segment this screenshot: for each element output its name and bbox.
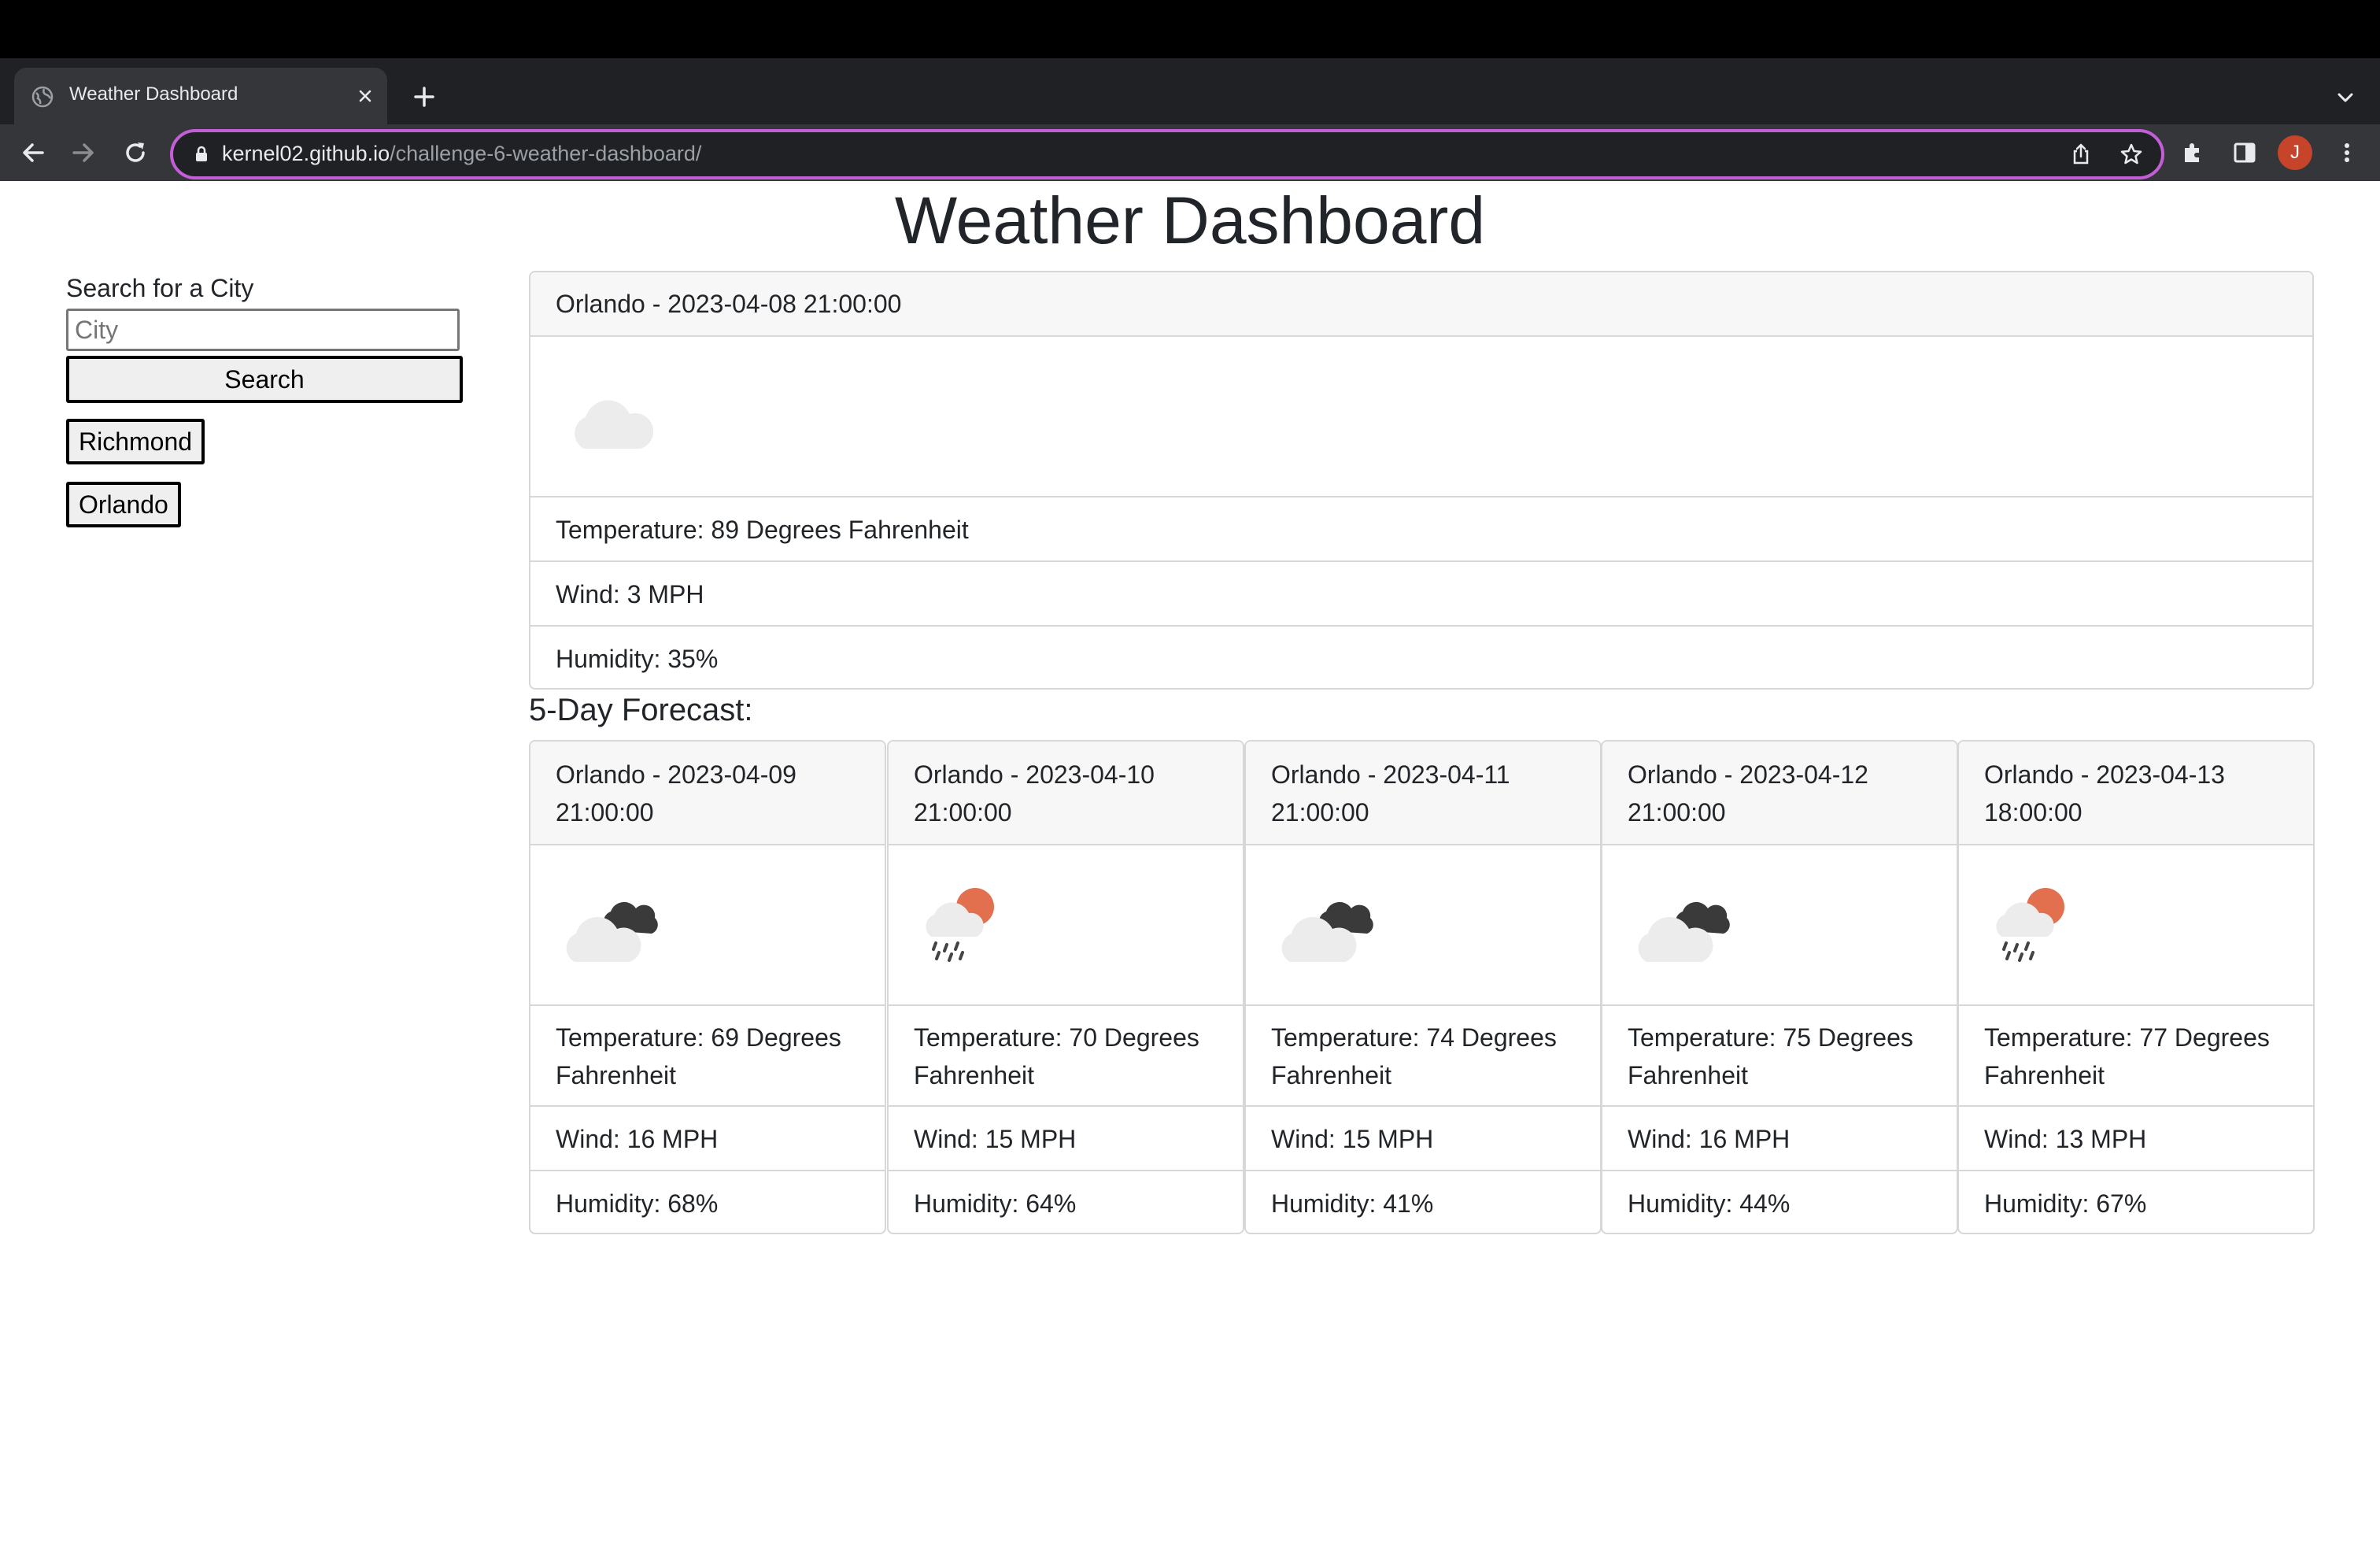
address-bar[interactable]: kernel02.github.io/challenge-6-weather-d… — [170, 129, 2164, 179]
forecast-icon-area — [1246, 845, 1600, 1006]
tab-title: Weather Dashboard — [69, 83, 238, 105]
forecast-card: Orlando - 2023-04-13 18:00:00 Temperatur… — [1957, 740, 2315, 1234]
forecast-wind: Wind: 15 MPH — [1246, 1107, 1600, 1171]
forecast-card-header: Orlando - 2023-04-10 21:00:00 — [889, 742, 1243, 845]
forecast-humidity: Humidity: 41% — [1271, 1189, 1434, 1218]
history-button-orlando[interactable]: Orlando — [66, 482, 181, 527]
forecast-card-header: Orlando - 2023-04-12 21:00:00 — [1602, 742, 1957, 845]
forecast-temperature: Temperature: 75 Degrees Fahrenheit — [1602, 1006, 1957, 1107]
lock-icon[interactable] — [190, 143, 213, 165]
rain-sun-icon — [926, 888, 994, 962]
forecast-wind: Wind: 16 MPH — [1602, 1107, 1957, 1171]
url-path: /challenge-6-weather-dashboard/ — [390, 142, 702, 165]
current-weather-header: Orlando - 2023-04-08 21:00:00 — [530, 272, 2312, 337]
tab-strip: Weather Dashboard — [0, 58, 2380, 124]
forecast-card-header: Orlando - 2023-04-09 21:00:00 — [530, 742, 885, 845]
browser-tab[interactable]: Weather Dashboard — [14, 68, 387, 124]
forecast-card: Orlando - 2023-04-11 21:00:00 Temperatur… — [1244, 740, 1602, 1234]
plus-icon[interactable] — [411, 83, 438, 110]
more-vertical-icon[interactable] — [2333, 139, 2361, 167]
forecast-title: 5-Day Forecast: — [529, 693, 753, 727]
forecast-card-header: Orlando - 2023-04-11 21:00:00 — [1246, 742, 1600, 845]
forecast-temperature: Temperature: 77 Degrees Fahrenheit — [1959, 1006, 2313, 1107]
cloud-icon — [575, 400, 654, 449]
close-icon[interactable] — [354, 85, 376, 107]
url-text: kernel02.github.io/challenge-6-weather-d… — [222, 142, 701, 166]
city-search-input[interactable] — [66, 309, 460, 351]
forecast-humidity: Humidity: 67% — [1984, 1189, 2147, 1218]
forecast-icon-area — [1959, 845, 2313, 1006]
forecast-temperature: Temperature: 69 Degrees Fahrenheit — [530, 1006, 885, 1107]
profile-avatar[interactable]: J — [2278, 135, 2312, 170]
forecast-icon-area — [1602, 845, 1957, 1006]
forecast-card: Orlando - 2023-04-12 21:00:00 Temperatur… — [1601, 740, 1958, 1234]
current-temperature: Temperature: 89 Degrees Fahrenheit — [530, 497, 2312, 562]
globe-icon — [31, 86, 54, 108]
side-panel-icon[interactable] — [2230, 139, 2259, 167]
url-host: kernel02.github.io — [222, 142, 390, 165]
reload-icon[interactable] — [121, 139, 150, 167]
forecast-temperature: Temperature: 70 Degrees Fahrenheit — [889, 1006, 1243, 1107]
search-label: Search for a City — [66, 274, 254, 302]
forecast-wind: Wind: 13 MPH — [1959, 1107, 2313, 1171]
broken-clouds-icon — [1638, 901, 1730, 962]
back-arrow-icon[interactable] — [19, 139, 47, 167]
current-weather-card: Orlando - 2023-04-08 21:00:00 Temperatur… — [529, 271, 2314, 690]
os-menu-bar — [0, 0, 2380, 58]
star-icon[interactable] — [2119, 142, 2144, 167]
broken-clouds-icon — [1281, 901, 1373, 962]
history-button-richmond[interactable]: Richmond — [66, 419, 205, 464]
forecast-icon-area — [530, 845, 885, 1006]
forecast-temperature: Temperature: 74 Degrees Fahrenheit — [1246, 1006, 1600, 1107]
current-humidity: Humidity: 35% — [556, 645, 719, 673]
search-button[interactable]: Search — [66, 356, 463, 403]
forward-arrow-icon[interactable] — [69, 139, 98, 167]
forecast-wind: Wind: 15 MPH — [889, 1107, 1243, 1171]
share-icon[interactable] — [2068, 142, 2094, 167]
forecast-humidity: Humidity: 64% — [914, 1189, 1077, 1218]
forecast-card: Orlando - 2023-04-09 21:00:00 Temperatur… — [529, 740, 886, 1234]
forecast-humidity: Humidity: 44% — [1628, 1189, 1791, 1218]
page-title: Weather Dashboard — [894, 183, 1486, 257]
forecast-card: Orlando - 2023-04-10 21:00:00 Temperatur… — [887, 740, 1244, 1234]
current-wind: Wind: 3 MPH — [530, 562, 2312, 627]
broken-clouds-icon — [566, 901, 658, 962]
rain-sun-icon — [1996, 888, 2064, 962]
forecast-icon-area — [889, 845, 1243, 1006]
extensions-puzzle-icon[interactable] — [2179, 139, 2207, 167]
current-weather-icon-area — [530, 337, 2312, 497]
forecast-wind: Wind: 16 MPH — [530, 1107, 885, 1171]
browser-toolbar: kernel02.github.io/challenge-6-weather-d… — [0, 124, 2380, 181]
forecast-card-header: Orlando - 2023-04-13 18:00:00 — [1959, 742, 2313, 845]
chevron-down-icon[interactable] — [2333, 85, 2358, 110]
forecast-humidity: Humidity: 68% — [556, 1189, 719, 1218]
